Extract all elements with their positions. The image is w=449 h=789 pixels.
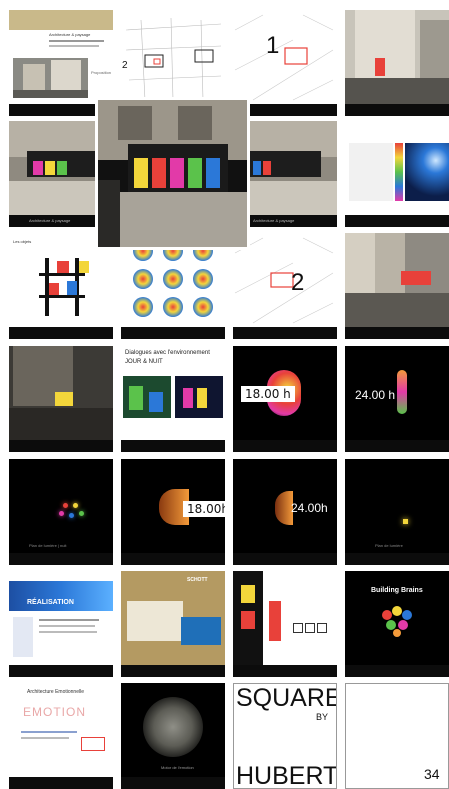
time-label: 18.00h: [183, 501, 225, 517]
time-label: 18.00 h: [241, 386, 295, 402]
title-line-2: BY: [316, 712, 329, 722]
thumb-architecture-emotion[interactable]: Architecture Emotionnelle EMOTION: [9, 683, 113, 789]
thumb-street-photo[interactable]: [345, 10, 449, 116]
street-photo: [13, 58, 88, 98]
time-label: 24.00h: [291, 501, 328, 515]
plan-drawing: [234, 14, 334, 101]
thumb-single-light[interactable]: Plan de lumière: [345, 459, 449, 565]
plan-marker: 2: [291, 269, 305, 296]
title-line-3: HUBERT: [236, 762, 337, 789]
thumb-page-number[interactable]: 34: [345, 683, 449, 789]
brain-mosaic-icon: [382, 606, 412, 637]
site-banner: RÉALISATION: [27, 599, 74, 606]
doc-title: Architecture Emotionnelle: [27, 689, 84, 695]
enlarged-pavilion-photo[interactable]: [95, 97, 250, 250]
plan-drawing: [125, 17, 222, 101]
title-line-1: SQUARE: [236, 684, 337, 712]
portfolio-contact-sheet: Architecture & paysage Proposition 2 1 A…: [0, 0, 449, 789]
thumb-schott-machine[interactable]: SCHOTT: [121, 571, 225, 677]
thumb-day-night-dialogue[interactable]: Dialogues avec l'environnement JOUR & NU…: [121, 346, 225, 452]
thumb-color-frame[interactable]: [233, 571, 337, 677]
thumb-time-18h[interactable]: 18.00 h: [233, 346, 337, 452]
thumb-time-18h-orange[interactable]: 18.00h: [121, 459, 225, 565]
time-label: 24.00 h: [355, 388, 396, 402]
thumb-night-lights[interactable]: Plan de lumière | nuit: [9, 459, 113, 565]
thumb-street-red[interactable]: [345, 233, 449, 339]
slide-title: Dialogues avec l'environnement: [125, 350, 210, 356]
thumb-time-24h-orange[interactable]: 24.00h: [233, 459, 337, 565]
page-number: 34: [424, 766, 440, 782]
brand-label: SCHOTT: [187, 577, 208, 583]
thumb-building-brains[interactable]: Building Brains: [345, 571, 449, 677]
plan-marker: 1: [266, 32, 280, 59]
thumb-website-realisation[interactable]: RÉALISATION: [9, 571, 113, 677]
thumb-night-corner[interactable]: [9, 346, 113, 452]
portrait-projection: [143, 697, 203, 757]
slide-subtitle: JOUR & NUIT: [125, 359, 163, 365]
emotion-stamp: EMOTION: [23, 705, 86, 719]
thumb-light-spectrum[interactable]: [345, 121, 449, 227]
thumb-time-24h[interactable]: 24.00 h: [345, 346, 449, 452]
thumb-motor-emotion[interactable]: Motor de l'emotion: [121, 683, 225, 789]
thumb-title-square-by-hubert[interactable]: SQUARE BY HUBERT: [233, 683, 337, 789]
plan-marker: 2: [122, 60, 128, 71]
doc-title: Architecture & paysage: [49, 32, 91, 37]
